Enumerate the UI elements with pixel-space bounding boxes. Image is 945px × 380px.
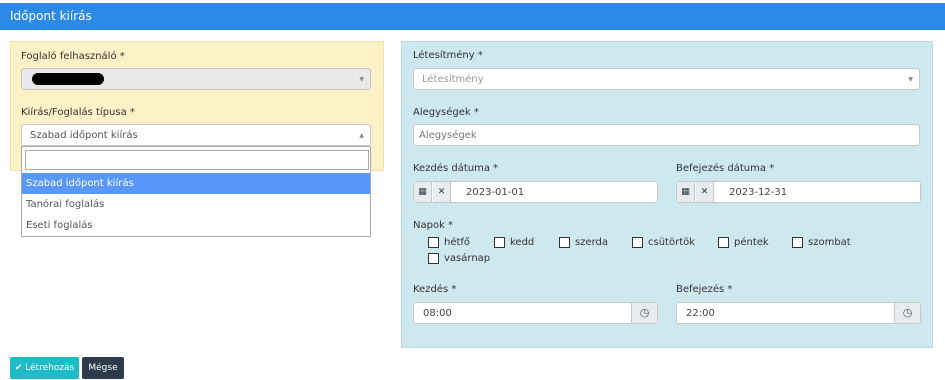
start-date-value: 2023-01-01 — [466, 187, 525, 198]
checkbox-box[interactable] — [559, 237, 570, 248]
user-select[interactable]: ▼ — [21, 68, 371, 90]
type-label: Kiírás/Foglalás típusa * — [21, 107, 135, 118]
checkbox-box[interactable] — [632, 237, 643, 248]
day-checkbox-saturday[interactable]: szombat — [792, 237, 851, 248]
end-date-input[interactable]: ▦ ✕ 2023-12-31 — [676, 181, 921, 203]
clock-icon[interactable]: ◷ — [894, 303, 920, 323]
create-button-label: Létrehozás — [25, 363, 75, 373]
redacted-user-value — [32, 73, 104, 85]
facility-label: Létesítmény * — [413, 50, 483, 61]
dropdown-option[interactable]: Szabad időpont kiírás — [22, 173, 370, 194]
day-checkbox-wednesday[interactable]: szerda — [559, 237, 608, 248]
day-checkbox-friday[interactable]: péntek — [718, 237, 769, 248]
checkbox-box[interactable] — [428, 237, 439, 248]
start-date-label: Kezdés dátuma * — [413, 163, 499, 174]
day-label: kedd — [510, 237, 535, 248]
start-time-value: 08:00 — [423, 308, 452, 319]
start-time-input[interactable]: 08:00 ◷ — [413, 302, 658, 324]
end-date-label: Befejezés dátuma * — [676, 163, 775, 174]
dropdown-search-input[interactable] — [25, 150, 369, 170]
checkbox-box[interactable] — [428, 253, 439, 264]
day-checkbox-thursday[interactable]: csütörtök — [632, 237, 695, 248]
day-checkbox-monday[interactable]: hétfő — [428, 237, 470, 248]
day-checkbox-sunday[interactable]: vasárnap — [428, 253, 490, 264]
check-icon: ✔ — [14, 363, 23, 373]
day-label: péntek — [734, 237, 769, 248]
days-label: Napok * — [413, 220, 454, 231]
subunits-label: Alegységek * — [413, 107, 479, 118]
end-time-input[interactable]: 22:00 ◷ — [676, 302, 921, 324]
day-label: szerda — [575, 237, 609, 248]
day-label: hétfő — [444, 237, 471, 248]
day-checkbox-tuesday[interactable]: kedd — [494, 237, 534, 248]
checkbox-box[interactable] — [494, 237, 505, 248]
clock-icon[interactable]: ◷ — [631, 303, 657, 323]
cancel-button[interactable]: Mégse — [82, 357, 124, 379]
day-label: vasárnap — [444, 253, 491, 264]
facility-placeholder: Létesítmény — [422, 74, 484, 85]
end-time-label: Befejezés * — [676, 284, 733, 295]
caret-down-icon: ▼ — [908, 76, 913, 83]
start-date-input[interactable]: ▦ ✕ 2023-01-01 — [413, 181, 658, 203]
page-title: Időpont kiírás — [10, 9, 92, 23]
page-header: Időpont kiírás — [0, 3, 945, 30]
dropdown-option[interactable]: Eseti foglalás — [22, 215, 370, 236]
end-date-value: 2023-12-31 — [729, 187, 788, 198]
type-select-value: Szabad időpont kiírás — [30, 130, 138, 141]
calendar-icon[interactable]: ▦ — [414, 182, 432, 202]
subunits-placeholder: Alegységek — [419, 130, 477, 141]
day-label: csütörtök — [648, 237, 696, 248]
dropdown-option[interactable]: Tanórai foglalás — [22, 194, 370, 215]
calendar-icon[interactable]: ▦ — [677, 182, 695, 202]
caret-down-icon: ▼ — [359, 76, 364, 83]
type-dropdown: Szabad időpont kiírás Tanórai foglalás E… — [21, 146, 371, 237]
caret-up-icon: ▲ — [359, 132, 364, 139]
type-select[interactable]: Szabad időpont kiírás ▲ — [21, 124, 371, 146]
subunits-input[interactable]: Alegységek — [413, 124, 920, 146]
checkbox-box[interactable] — [792, 237, 803, 248]
start-time-label: Kezdés * — [413, 284, 457, 295]
facility-select[interactable]: Létesítmény ▼ — [413, 68, 920, 90]
day-label: szombat — [808, 237, 851, 248]
end-time-value: 22:00 — [686, 308, 715, 319]
user-label: Foglaló felhasználó * — [21, 51, 125, 62]
clear-icon[interactable]: ✕ — [433, 182, 451, 202]
checkbox-box[interactable] — [718, 237, 729, 248]
create-button[interactable]: ✔ Létrehozás — [10, 357, 79, 379]
clear-icon[interactable]: ✕ — [696, 182, 714, 202]
